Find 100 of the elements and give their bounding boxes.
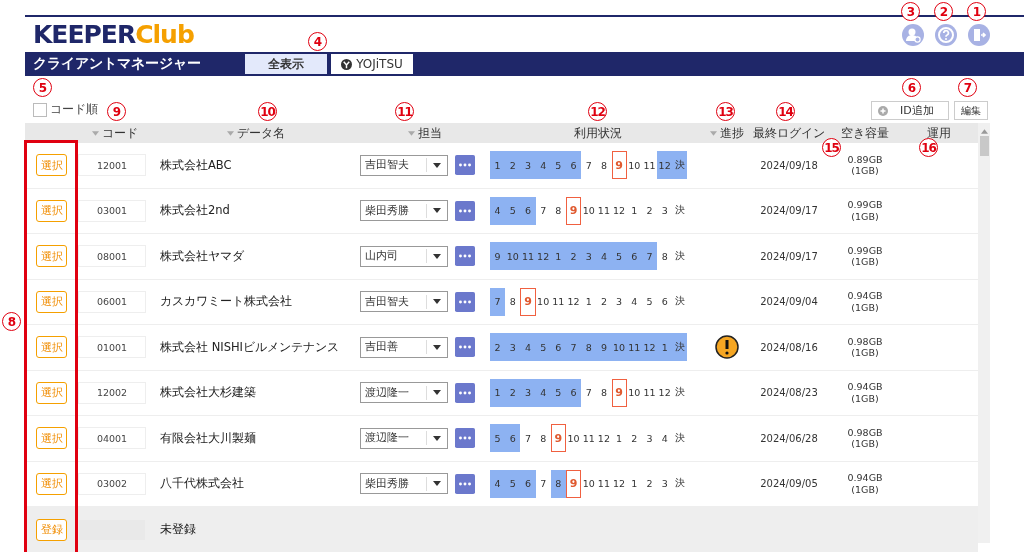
- callout-number: 10: [258, 102, 277, 121]
- callout-number: 6: [902, 78, 921, 97]
- more-icon[interactable]: [455, 246, 475, 267]
- client-name: 株式会社ABC: [159, 157, 232, 173]
- tab[interactable]: 全表示: [245, 54, 327, 74]
- staff-dropdown[interactable]: 柴田秀勝: [360, 200, 448, 222]
- month-cell-text: 7: [523, 431, 532, 446]
- month-cell-text: 12: [657, 386, 672, 401]
- code-field[interactable]: 04001: [78, 427, 146, 450]
- month-cell-text: 3: [645, 431, 654, 446]
- month-cell: 6: [505, 424, 521, 453]
- help-icon[interactable]: [935, 23, 957, 46]
- staff-dropdown[interactable]: 山内司: [360, 245, 448, 267]
- month-cell: 4: [490, 469, 506, 498]
- checkbox[interactable]: [33, 102, 47, 117]
- month-cell: 3: [581, 242, 597, 271]
- client-name: 株式会社大杉建築: [159, 385, 256, 401]
- plus-icon: [878, 105, 888, 116]
- scroll-up-icon[interactable]: [980, 129, 988, 134]
- more-icon[interactable]: [455, 155, 475, 176]
- sort-icon[interactable]: [92, 130, 99, 136]
- user-settings-icon[interactable]: [902, 23, 924, 46]
- month-cell: 5: [505, 469, 521, 498]
- code-field[interactable]: 12001: [78, 154, 146, 177]
- more-icon[interactable]: [455, 428, 475, 449]
- month-cell-text: 2: [645, 204, 654, 219]
- more-icon[interactable]: [455, 200, 475, 221]
- caret-icon: [433, 390, 441, 396]
- code-field[interactable]: 08001: [78, 245, 146, 268]
- column-header: 利用状況: [573, 124, 622, 142]
- caret-icon: [433, 344, 441, 350]
- month-cell-text: 8: [539, 431, 548, 446]
- code-field[interactable]: 06001: [78, 290, 146, 313]
- callout-number: 11: [395, 102, 414, 121]
- add-id-button[interactable]: ID追加: [871, 101, 949, 120]
- month-cell: 12: [657, 151, 673, 180]
- code-field[interactable]: 03002: [78, 472, 146, 495]
- staff-dropdown[interactable]: 柴田秀勝: [360, 473, 448, 495]
- scrollbar-thumb[interactable]: [979, 136, 989, 156]
- month-cell: 3: [520, 378, 536, 407]
- month-cell: 9: [611, 151, 627, 180]
- more-icon[interactable]: [455, 291, 475, 312]
- callout-number: 1: [967, 2, 986, 21]
- caret-icon: [433, 299, 441, 305]
- client-name: カスカワミート株式会社: [159, 294, 292, 310]
- month-cell-text: 12: [612, 477, 627, 492]
- staff-dropdown[interactable]: 渡辺隆一: [360, 427, 448, 449]
- staff-dropdown[interactable]: 吉田智夫: [360, 154, 448, 176]
- sort-icon[interactable]: [408, 130, 415, 136]
- month-cell: 2: [505, 151, 521, 180]
- month-cell-text: 7: [539, 477, 548, 492]
- column-header: 進捗: [719, 124, 744, 142]
- last-login: 2024/09/18: [760, 159, 818, 171]
- callout-number: 14: [776, 102, 795, 121]
- sort-icon[interactable]: [227, 130, 234, 136]
- month-cell-text: 10: [536, 295, 551, 310]
- column-header: データ名: [237, 124, 285, 142]
- month-cell-text: 4: [630, 295, 639, 310]
- month-cell-text: 1: [630, 204, 639, 219]
- more-icon[interactable]: [455, 473, 475, 494]
- month-cell: 2: [505, 378, 521, 407]
- column-header: 担当: [418, 124, 442, 142]
- client-name: 株式会社 NISHIビルメンテナンス: [159, 339, 339, 355]
- code-field[interactable]: 12002: [78, 381, 146, 404]
- code-field[interactable]: [78, 518, 146, 541]
- more-icon[interactable]: [455, 337, 475, 358]
- month-cell-text: 決: [673, 248, 686, 263]
- more-icon[interactable]: [455, 382, 475, 403]
- month-cell: 2: [490, 333, 506, 362]
- client-name: 未登録: [159, 522, 196, 538]
- month-cell: 5: [490, 424, 506, 453]
- staff-dropdown[interactable]: 吉田智夫: [360, 291, 448, 313]
- month-cell: 1: [657, 333, 673, 362]
- month-cell: 9: [520, 287, 536, 316]
- month-cell-text: 8: [660, 249, 669, 264]
- code-field[interactable]: 01001: [78, 336, 146, 359]
- month-cell: 8: [581, 333, 597, 362]
- month-cell-text: 11: [581, 431, 596, 446]
- logout-icon[interactable]: [968, 23, 990, 46]
- staff-dropdown[interactable]: 渡辺隆一: [360, 382, 448, 404]
- capacity-quota: (1GB): [851, 438, 879, 450]
- last-login: 2024/09/04: [760, 296, 818, 308]
- tab[interactable]: YOJiTSU: [331, 54, 413, 74]
- edit-button[interactable]: 編集: [954, 101, 988, 120]
- month-cell: 9: [565, 196, 582, 225]
- staff-dropdown[interactable]: 吉田善: [360, 336, 448, 358]
- month-cell-text: 4: [660, 431, 669, 446]
- callout-number: 12: [588, 102, 607, 121]
- month-cell-text: 10: [566, 431, 581, 446]
- code-field[interactable]: 03001: [78, 199, 146, 222]
- sort-icon[interactable]: [709, 130, 717, 136]
- month-cell: 決: [672, 151, 688, 180]
- capacity-quota: (1GB): [851, 301, 879, 314]
- month-cell: 1: [490, 378, 506, 407]
- column-header: コード: [102, 124, 138, 142]
- caret-icon: [433, 481, 441, 487]
- month-cell-text: 2: [630, 431, 639, 446]
- month-cell-text: 1: [615, 431, 624, 446]
- last-login: 2024/09/17: [760, 250, 818, 262]
- capacity-quota: (1GB): [851, 165, 879, 177]
